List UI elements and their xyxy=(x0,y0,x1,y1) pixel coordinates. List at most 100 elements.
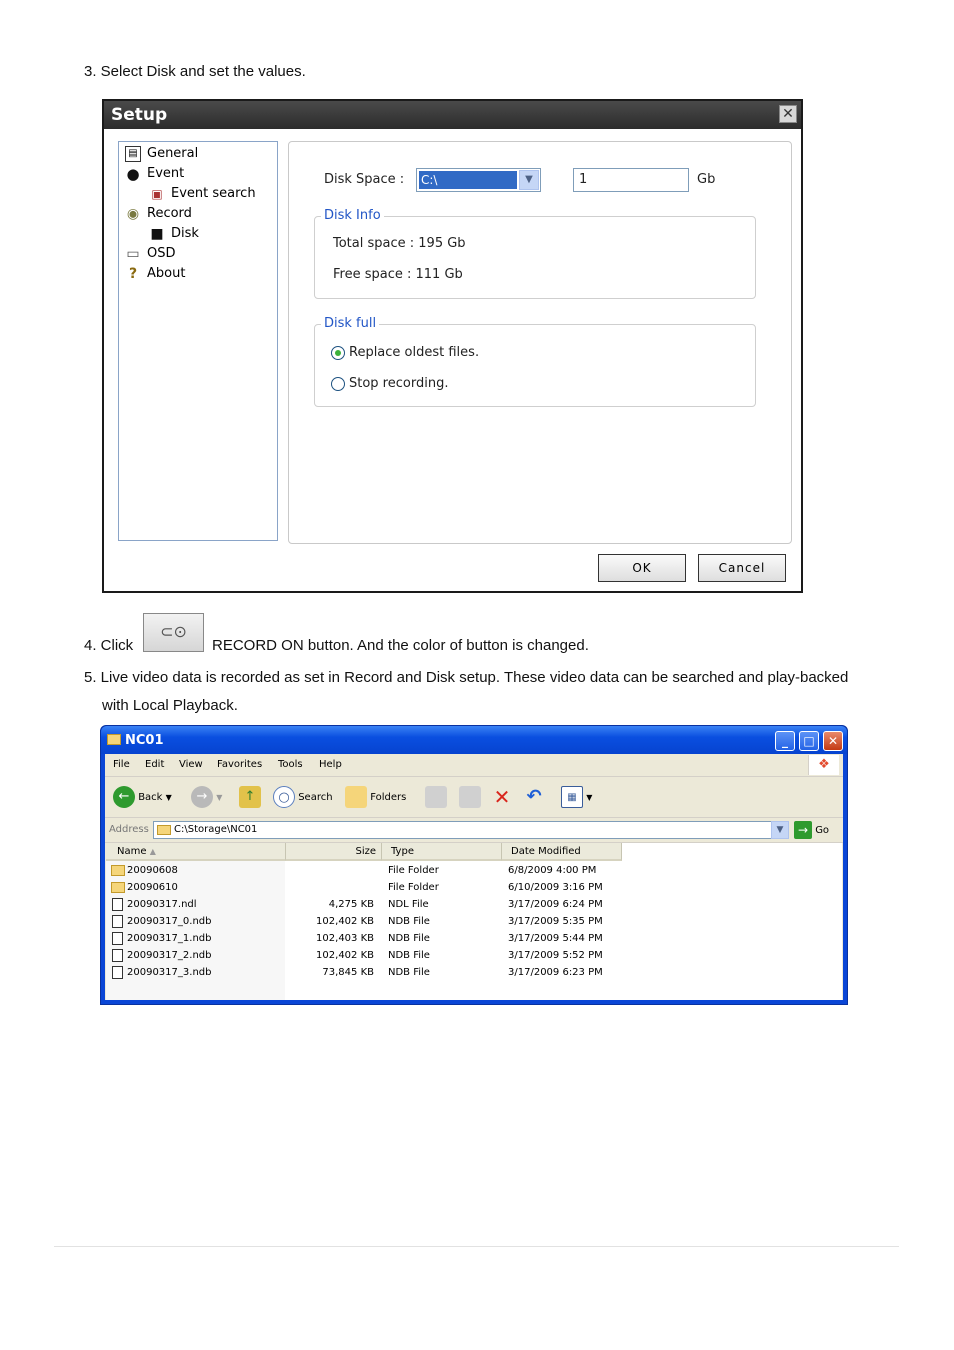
list-item[interactable]: 20090317_3.ndb 73,845 KB NDB File 3/17/2… xyxy=(106,964,842,981)
tree-item-record[interactable]: ◉ Record xyxy=(125,204,192,224)
file-name: 20090317_1.ndb xyxy=(127,933,212,944)
go-label: Go xyxy=(815,825,830,836)
file-date: 3/17/2009 5:35 PM xyxy=(508,916,603,927)
folder-icon xyxy=(157,825,171,835)
disk-space-label: Disk Space : xyxy=(324,172,405,187)
disk-select-value: C:\ xyxy=(419,171,517,189)
chevron-down-icon: ▼ xyxy=(216,793,223,802)
setup-title-bar: Setup ✕ xyxy=(104,101,801,129)
file-size: 102,402 KB xyxy=(316,950,374,961)
windows-logo-icon: ❖ xyxy=(808,755,839,775)
step-5-text-continued: with Local Playback. xyxy=(102,697,238,714)
undo-button[interactable]: ↶ xyxy=(523,786,545,808)
search-button[interactable]: ○ Search xyxy=(273,786,333,808)
cancel-button[interactable]: Cancel xyxy=(698,554,786,582)
move-to-icon xyxy=(425,786,447,808)
list-item[interactable]: 20090608 File Folder 6/8/2009 4:00 PM xyxy=(106,862,842,879)
file-icon xyxy=(112,932,123,945)
list-item[interactable]: 20090317_2.ndb 102,402 KB NDB File 3/17/… xyxy=(106,947,842,964)
file-type: NDB File xyxy=(388,967,430,978)
chevron-down-icon: ▼ xyxy=(586,793,593,802)
copy-to-button[interactable] xyxy=(459,786,481,808)
osd-icon: ▭ xyxy=(126,245,140,262)
file-list: Name ▲ Size Type Date Modified 20090608 … xyxy=(106,843,842,1000)
menu-file[interactable]: File xyxy=(113,759,130,770)
file-type: NDB File xyxy=(388,933,430,944)
file-name: 20090317_0.ndb xyxy=(127,916,212,927)
file-icon xyxy=(112,915,123,928)
column-header-date[interactable]: Date Modified xyxy=(502,843,622,861)
minimize-icon[interactable]: _ xyxy=(775,731,795,751)
chevron-down-icon[interactable]: ▼ xyxy=(771,821,789,839)
replace-oldest-radio[interactable] xyxy=(331,346,345,360)
step-4-description: RECORD ON button. And the color of butto… xyxy=(212,637,589,654)
settings-tree: ▤ General ● Event ▣ Event search ◉ Record ■ D… xyxy=(118,141,278,541)
file-date: 6/8/2009 4:00 PM xyxy=(508,865,597,876)
disk-select[interactable]: C:\ ▼ xyxy=(416,168,541,192)
search-label: Search xyxy=(298,792,333,803)
list-item[interactable]: 20090317.ndl 4,275 KB NDL File 3/17/2009… xyxy=(106,896,842,913)
file-date: 3/17/2009 6:23 PM xyxy=(508,967,603,978)
list-item[interactable]: 20090610 File Folder 6/10/2009 3:16 PM xyxy=(106,879,842,896)
disk-space-input[interactable]: 1 xyxy=(573,168,689,192)
stop-recording-radio[interactable] xyxy=(331,377,345,391)
forward-button[interactable]: → ▼ xyxy=(191,786,222,808)
explorer-body: File Edit View Favorites Tools Help ❖ ← … xyxy=(105,754,843,1000)
address-bar: Address C:\Storage\NC01 ▼ → Go xyxy=(105,818,843,843)
copy-to-icon xyxy=(459,786,481,808)
tree-item-general[interactable]: ▤ General xyxy=(125,144,198,164)
tree-item-event-search[interactable]: ▣ Event search xyxy=(149,184,256,204)
question-icon: ? xyxy=(128,265,138,282)
column-header-name[interactable]: Name ▲ xyxy=(106,843,286,861)
ok-button[interactable]: OK xyxy=(598,554,686,582)
file-icon xyxy=(112,949,123,962)
back-button[interactable]: ← Back ▼ xyxy=(113,786,172,808)
replace-oldest-label: Replace oldest files. xyxy=(349,345,480,360)
total-space-text: Total space : 195 Gb xyxy=(333,236,466,251)
menu-favorites[interactable]: Favorites xyxy=(217,759,262,770)
file-size: 102,403 KB xyxy=(316,933,374,944)
tree-item-osd[interactable]: ▭ OSD xyxy=(125,244,175,264)
list-item[interactable]: 20090317_0.ndb 102,402 KB NDB File 3/17/… xyxy=(106,913,842,930)
folders-label: Folders xyxy=(370,792,407,803)
file-name: 20090608 xyxy=(127,865,178,876)
tree-item-label: Event search xyxy=(171,186,256,201)
move-to-button[interactable] xyxy=(425,786,447,808)
address-value: C:\Storage\NC01 xyxy=(174,824,258,835)
file-name: 20090317_2.ndb xyxy=(127,950,212,961)
record-on-button[interactable]: ⊂⊙ xyxy=(143,613,204,652)
disk-full-title: Disk full xyxy=(321,316,380,332)
tree-item-disk[interactable]: ■ Disk xyxy=(149,224,199,244)
menu-edit[interactable]: Edit xyxy=(145,759,164,770)
maximize-icon[interactable]: □ xyxy=(799,731,819,751)
menu-tools[interactable]: Tools xyxy=(278,759,303,770)
up-folder-icon: ↑ xyxy=(239,786,261,808)
event-search-icon: ▣ xyxy=(151,186,163,201)
menu-view[interactable]: View xyxy=(179,759,203,770)
menu-help[interactable]: Help xyxy=(319,759,342,770)
folder-icon xyxy=(111,882,125,893)
file-icon xyxy=(112,966,123,979)
delete-button[interactable]: ✕ xyxy=(491,786,513,808)
column-header-type[interactable]: Type xyxy=(382,843,502,861)
column-header-size[interactable]: Size xyxy=(286,843,382,861)
file-size: 73,845 KB xyxy=(322,967,374,978)
file-icon xyxy=(112,898,123,911)
list-item[interactable]: 20090317_1.ndb 102,403 KB NDB File 3/17/… xyxy=(106,930,842,947)
close-icon[interactable]: ✕ xyxy=(779,105,797,123)
disk-settings-panel: Disk Space : C:\ ▼ 1 Gb Disk Info Total … xyxy=(288,141,792,544)
back-label: Back xyxy=(138,792,163,803)
up-folder-button[interactable]: ↑ xyxy=(239,786,261,808)
address-input[interactable]: C:\Storage\NC01 xyxy=(153,821,789,839)
tree-item-about[interactable]: ? About xyxy=(125,264,186,284)
close-icon[interactable]: ✕ xyxy=(823,731,843,751)
file-type: File Folder xyxy=(388,865,439,876)
step-4-text: 4. Click xyxy=(84,637,134,654)
views-button[interactable]: ▦ ▼ xyxy=(561,786,592,808)
folders-button[interactable]: Folders xyxy=(345,786,406,808)
setup-title: Setup xyxy=(111,105,168,125)
tree-item-event[interactable]: ● Event xyxy=(125,164,184,184)
go-button[interactable]: → Go xyxy=(794,821,829,839)
go-arrow-icon: → xyxy=(794,821,812,839)
chevron-down-icon[interactable]: ▼ xyxy=(519,170,539,190)
